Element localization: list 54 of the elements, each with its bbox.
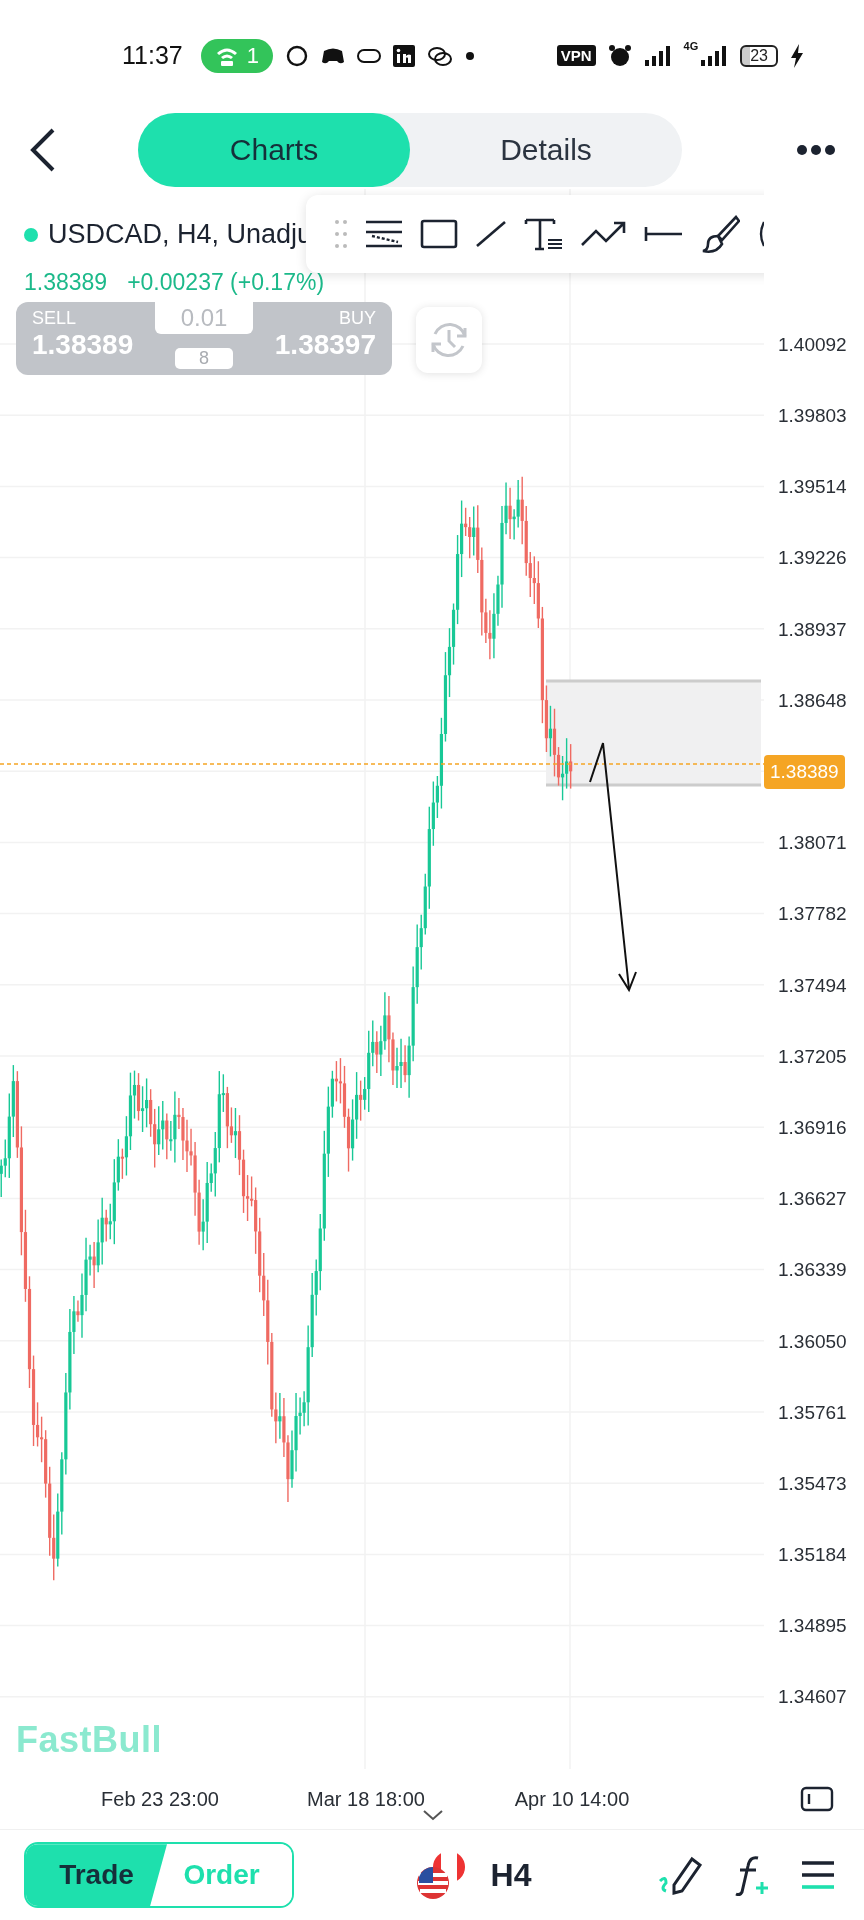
dot-icon — [464, 50, 475, 61]
tab[interactable]: Details — [410, 113, 682, 188]
price-change: +0.00237 (+0.17%) — [127, 269, 325, 297]
price-axis-label: 1.38071 — [778, 832, 847, 855]
price-axis-label: 1.39803 — [778, 405, 847, 428]
price-axis-label: 1.36339 — [778, 1259, 847, 1282]
signal-icon — [643, 44, 672, 67]
price-axis-label: 1.40092 — [778, 333, 847, 356]
price-axis-label: 1.36050 — [778, 1330, 847, 1353]
price-axis-label: 1.39514 — [778, 476, 847, 499]
line-tool-icon[interactable] — [474, 219, 508, 250]
signal-icon — [700, 44, 729, 67]
text-tool-icon[interactable] — [524, 216, 564, 253]
timeframe-label[interactable]: H4 — [490, 1856, 532, 1894]
time-axis-label: Feb 23 23:00 — [101, 1787, 219, 1811]
buy-label: BUY — [339, 308, 376, 330]
hotspot-count: 1 — [246, 42, 259, 69]
price-axis-label: 1.37782 — [778, 903, 847, 926]
last-price: 1.38389 — [24, 269, 108, 297]
drag-handle-icon — [334, 219, 348, 250]
alarm-icon — [607, 43, 632, 68]
rectangle-tool-icon[interactable] — [420, 219, 458, 250]
battery-level: 23 — [740, 44, 778, 67]
price-axis-label: 1.35761 — [778, 1401, 847, 1424]
sell-label: SELL — [32, 308, 77, 330]
square-logo-icon — [392, 44, 415, 67]
time-axis-label: Apr 10 14:00 — [514, 1787, 630, 1811]
spread-value: 8 — [175, 348, 233, 370]
price-axis-label: 1.39226 — [778, 547, 847, 570]
price-axis-label: 1.35184 — [778, 1544, 847, 1567]
vpn-badge: VPN — [556, 45, 596, 67]
currency-flags-icon — [414, 1849, 467, 1902]
price-axis-label: 1.38648 — [778, 689, 847, 712]
charging-bolt-icon — [790, 43, 804, 68]
price-axis-label: 1.34607 — [778, 1686, 847, 1709]
price-axis-label: 1.36627 — [778, 1188, 847, 1211]
status-dot — [24, 227, 38, 242]
brush-tool-icon[interactable] — [700, 214, 740, 255]
chevron-down-icon[interactable] — [422, 1809, 444, 1822]
time-axis-label: Mar 18 18:00 — [307, 1787, 425, 1811]
network-type: 4G — [683, 40, 699, 52]
status-time: 11:37 — [122, 41, 183, 71]
price-axis-label: 1.34895 — [778, 1615, 847, 1638]
price-axis-label: 1.35473 — [778, 1472, 847, 1495]
price-axis-label: 1.38937 — [778, 618, 847, 641]
price-axis-label: 1.37205 — [778, 1045, 847, 1068]
tab[interactable]: Charts — [138, 113, 410, 188]
chat-bubbles-icon — [426, 44, 453, 67]
mode-tab[interactable]: Trade — [26, 1844, 167, 1907]
price-axis-label: 1.37494 — [778, 974, 847, 997]
fibonacci-tool-icon[interactable] — [364, 219, 404, 250]
current-price-badge: 1.38389 — [764, 755, 845, 790]
price-axis-label: 1.36916 — [778, 1116, 847, 1139]
chart-watermark: FastBull — [16, 1719, 162, 1762]
